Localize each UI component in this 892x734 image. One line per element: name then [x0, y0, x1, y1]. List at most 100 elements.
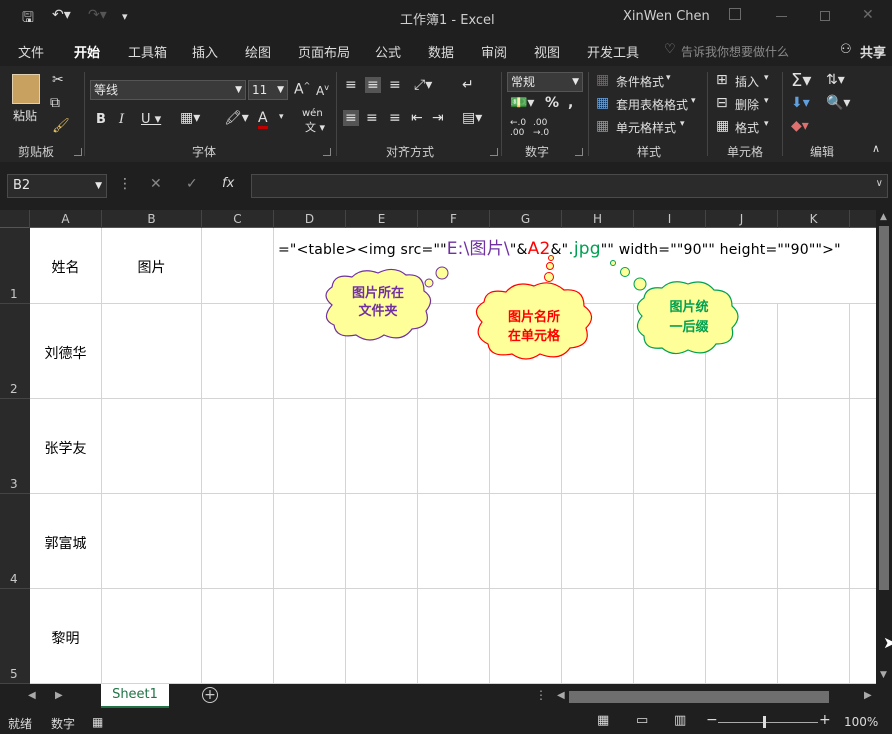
fill-icon[interactable]: ⬇▾ — [791, 95, 810, 111]
decrease-indent-icon[interactable]: ⇤ — [411, 110, 423, 126]
column-header-g[interactable]: G — [490, 210, 562, 228]
next-sheet-icon[interactable]: ▶ — [55, 690, 63, 701]
name-box[interactable]: B2 ▼ — [7, 174, 107, 198]
format-as-table-button[interactable]: 套用表格格式 — [616, 96, 688, 113]
save-icon[interactable]: 🖫 — [22, 7, 34, 31]
align-right-icon[interactable]: ≡ — [389, 110, 401, 126]
maximize-icon[interactable] — [820, 11, 830, 21]
conditional-format-button[interactable]: 条件格式 — [616, 73, 664, 90]
font-color-icon[interactable]: A — [258, 110, 268, 129]
font-launcher-icon[interactable] — [323, 148, 331, 156]
decrease-font-icon[interactable]: Av — [316, 83, 329, 98]
column-header-f[interactable]: F — [418, 210, 490, 228]
underline-button[interactable]: U ▾ — [141, 112, 161, 127]
share-button[interactable]: 共享 — [860, 42, 886, 61]
number-launcher-icon[interactable] — [575, 148, 583, 156]
ribbon-display-icon[interactable] — [729, 8, 741, 20]
zoom-slider-thumb[interactable] — [763, 716, 766, 728]
redo-icon[interactable]: ↷▾ — [88, 7, 107, 23]
align-center-icon[interactable]: ≡ — [366, 110, 378, 126]
tab-data[interactable]: 数据 — [428, 42, 454, 61]
select-all-button[interactable] — [0, 210, 30, 228]
vertical-scroll-thumb[interactable] — [879, 226, 889, 590]
tab-file[interactable]: 文件 — [18, 42, 44, 61]
minimize-icon[interactable] — [776, 16, 787, 17]
column-header-b[interactable]: B — [102, 210, 202, 228]
delete-cells-button[interactable]: 删除 — [735, 96, 759, 113]
new-sheet-icon[interactable]: + — [202, 687, 218, 703]
vertical-scrollbar[interactable]: ▲ ▼ — [876, 210, 892, 684]
tell-me-search[interactable]: 告诉我你想要做什么 — [681, 43, 789, 60]
column-header-j[interactable]: J — [706, 210, 778, 228]
expand-formula-icon[interactable]: ∨ — [876, 178, 883, 189]
row-header-3[interactable]: 3 — [0, 399, 30, 494]
percent-icon[interactable]: % — [545, 95, 559, 111]
autosum-icon[interactable]: Σ▾ — [791, 70, 811, 91]
tab-review[interactable]: 审阅 — [481, 42, 507, 61]
cell-b1[interactable]: 图片 — [102, 257, 201, 277]
column-header-a[interactable]: A — [30, 210, 102, 228]
scroll-left-icon[interactable]: ◀ — [557, 690, 565, 701]
font-name-select[interactable]: 等线 ▼ — [90, 80, 246, 100]
align-top-icon[interactable]: ≡ — [345, 77, 357, 93]
tab-page-layout[interactable]: 页面布局 — [298, 42, 350, 61]
scroll-down-icon[interactable]: ▼ — [880, 670, 887, 680]
alignment-launcher-icon[interactable] — [490, 148, 498, 156]
tab-formulas[interactable]: 公式 — [375, 42, 401, 61]
insert-cells-button[interactable]: 插入 — [735, 73, 759, 90]
row-header-5[interactable]: 5 — [0, 589, 30, 684]
tab-split-icon[interactable]: ⋮ — [535, 688, 547, 702]
scroll-up-icon[interactable]: ▲ — [880, 212, 887, 222]
number-format-select[interactable]: 常规 ▼ — [507, 72, 583, 92]
increase-indent-icon[interactable]: ⇥ — [432, 110, 444, 126]
cell-a2[interactable]: 刘德华 — [30, 343, 101, 363]
paste-button[interactable]: 粘贴 — [13, 107, 37, 124]
cell-a1[interactable]: 姓名 — [30, 257, 101, 277]
increase-font-icon[interactable]: A^ — [294, 81, 310, 98]
tab-insert[interactable]: 插入 — [192, 42, 218, 61]
accounting-icon[interactable]: 💵▾ — [510, 95, 534, 111]
column-header-c[interactable]: C — [202, 210, 274, 228]
cell-a5[interactable]: 黎明 — [30, 628, 101, 648]
tab-toolbox[interactable]: 工具箱 — [128, 42, 167, 61]
tab-developer[interactable]: 开发工具 — [587, 42, 639, 61]
sort-filter-icon[interactable]: ⇅▾ — [826, 72, 845, 88]
bold-button[interactable]: B — [96, 112, 106, 127]
cell-styles-button[interactable]: 单元格样式 — [616, 119, 676, 136]
formula-input[interactable]: ∨ — [251, 174, 888, 198]
row-header-4[interactable]: 4 — [0, 494, 30, 589]
increase-decimal-icon[interactable]: ←.0.00 — [510, 118, 526, 138]
page-layout-view-icon[interactable]: ▭ — [636, 713, 648, 728]
close-icon[interactable]: ✕ — [862, 7, 874, 23]
clipboard-launcher-icon[interactable] — [74, 148, 82, 156]
find-select-icon[interactable]: 🔍▾ — [826, 95, 850, 111]
enter-icon[interactable]: ✓ — [186, 176, 198, 192]
cell-a4[interactable]: 郭富城 — [30, 533, 101, 553]
tab-home[interactable]: 开始 — [74, 42, 100, 61]
cut-icon[interactable]: ✂ — [52, 72, 64, 88]
orientation-icon[interactable]: ⤢▾ — [414, 77, 432, 93]
user-name[interactable]: XinWen Chen — [623, 9, 710, 24]
page-break-view-icon[interactable]: ▥ — [674, 713, 686, 728]
scroll-right-icon[interactable]: ▶ — [864, 690, 872, 701]
zoom-in-icon[interactable]: + — [819, 712, 831, 728]
copy-icon[interactable]: ⧉ — [50, 95, 60, 111]
wrap-text-icon[interactable]: ↵ — [462, 77, 474, 93]
customize-qat-icon[interactable]: ▾ — [122, 10, 128, 23]
font-size-select[interactable]: 11 ▼ — [248, 80, 288, 100]
align-middle-icon[interactable]: ≡ — [365, 77, 381, 93]
insert-function-icon[interactable]: fx — [222, 176, 234, 191]
align-bottom-icon[interactable]: ≡ — [389, 77, 401, 93]
format-cells-button[interactable]: 格式 — [735, 119, 759, 136]
prev-sheet-icon[interactable]: ◀ — [28, 690, 36, 701]
column-header-h[interactable]: H — [562, 210, 634, 228]
normal-view-icon[interactable]: ▦ — [597, 713, 609, 728]
worksheet-grid[interactable]: 姓名 图片 刘德华 张学友 郭富城 黎明 ="<table><img src="… — [30, 228, 876, 684]
decrease-decimal-icon[interactable]: .00 →.0 — [533, 118, 549, 138]
undo-icon[interactable]: ↶▾ — [52, 7, 71, 23]
sheet-tab-sheet1[interactable]: Sheet1 — [101, 684, 169, 708]
format-painter-icon[interactable]: 🖌 — [52, 118, 70, 134]
collapse-ribbon-icon[interactable]: ∧ — [872, 142, 880, 155]
column-header-e[interactable]: E — [346, 210, 418, 228]
horizontal-scroll-thumb[interactable] — [569, 691, 829, 703]
